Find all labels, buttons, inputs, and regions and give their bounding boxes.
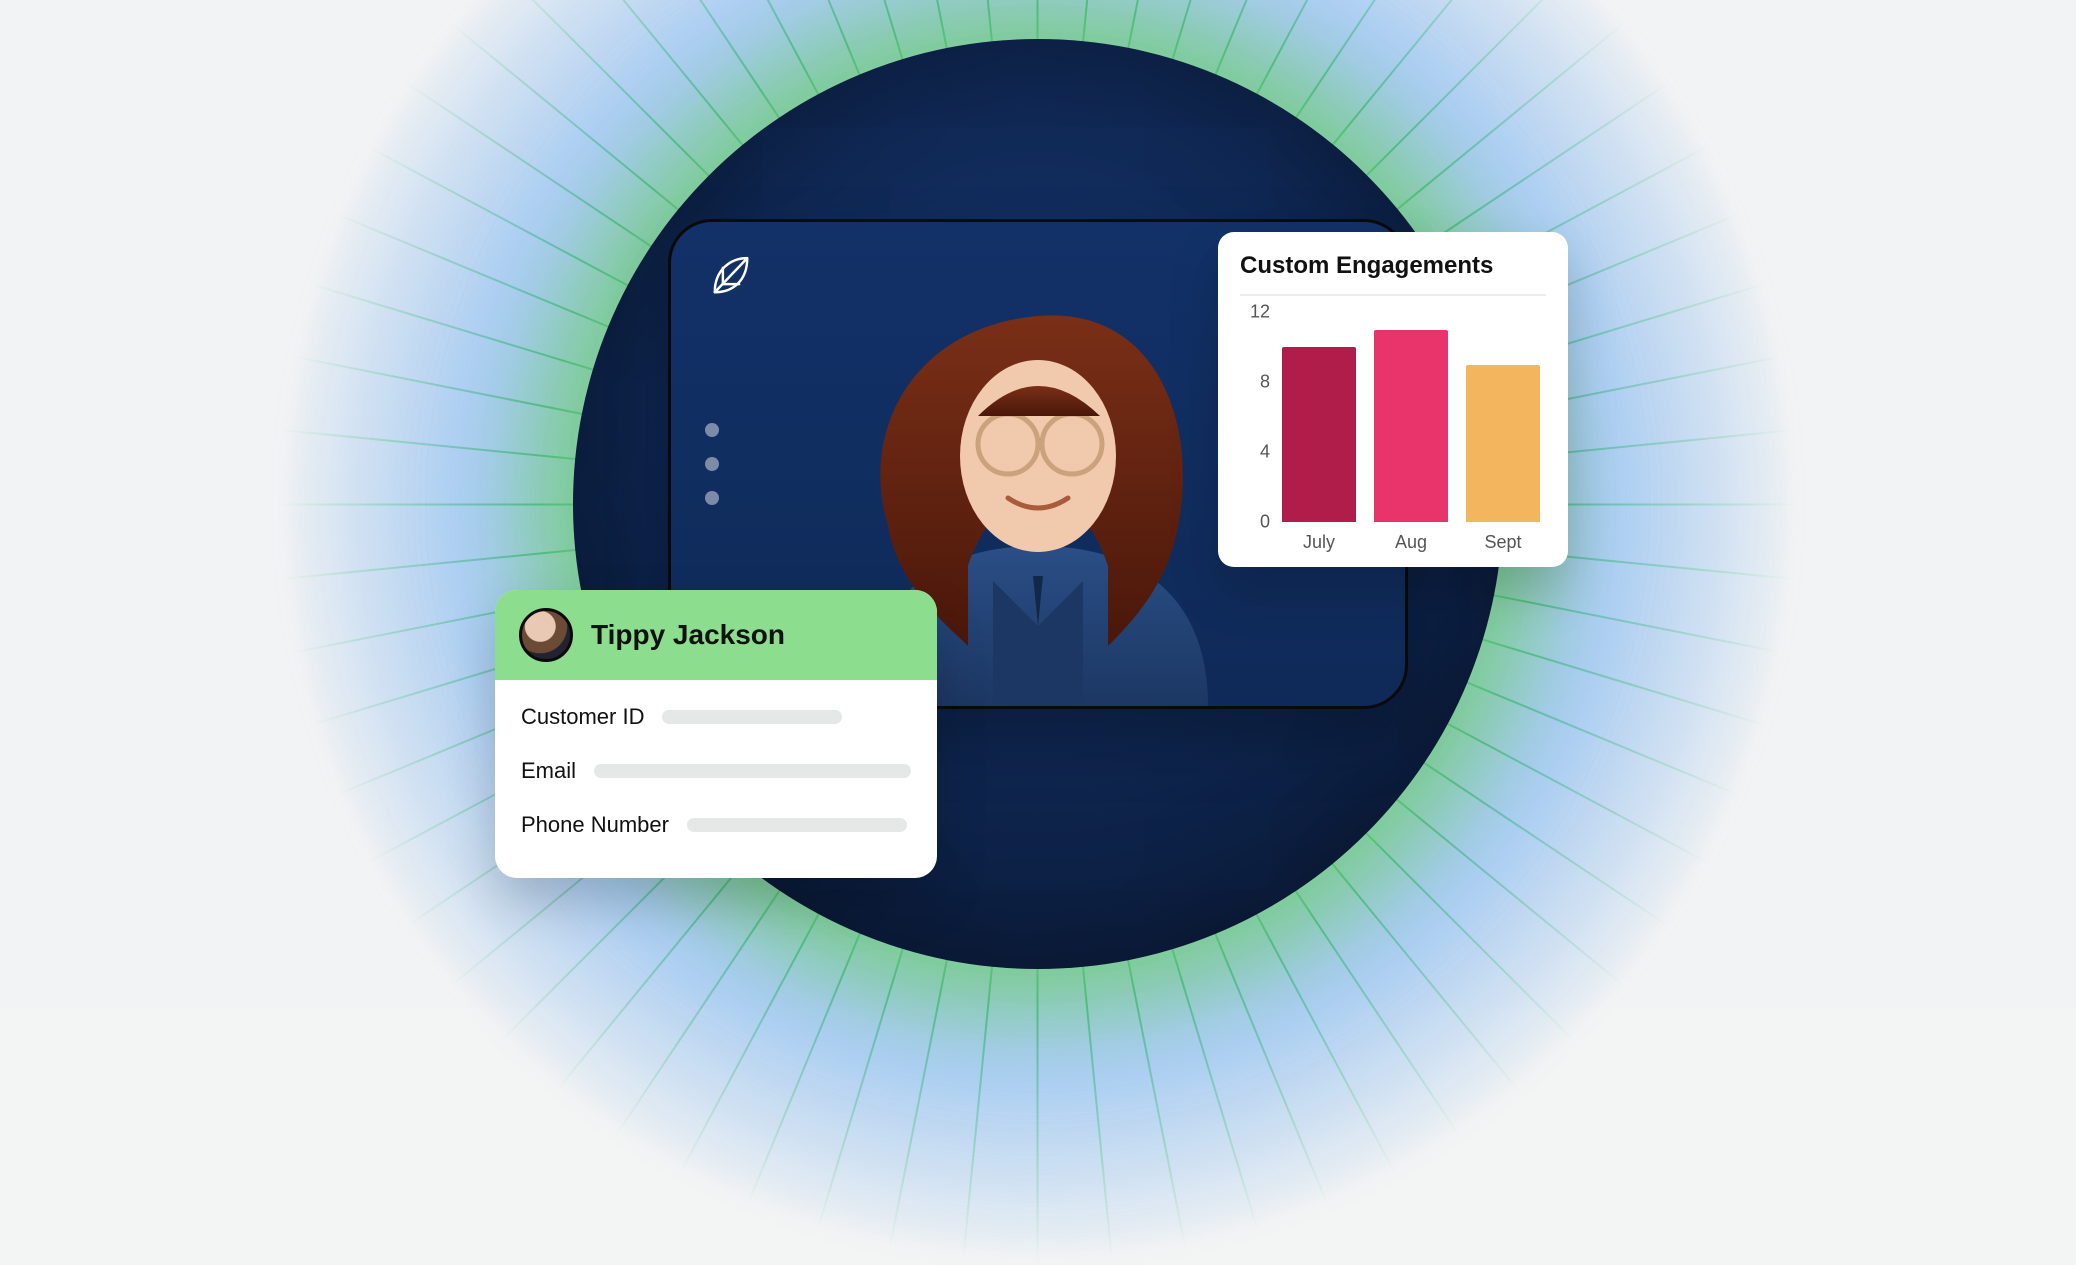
profile-field-row: Customer ID bbox=[521, 690, 911, 744]
profile-card: Tippy Jackson Customer ID Email Phone Numb… bbox=[495, 590, 937, 878]
chart-bar bbox=[1466, 365, 1540, 523]
chart-plot bbox=[1276, 312, 1546, 522]
x-tick-label: Sept bbox=[1466, 532, 1540, 553]
avatar bbox=[519, 608, 573, 662]
y-tick-label: 8 bbox=[1260, 372, 1270, 393]
profile-field-label: Phone Number bbox=[521, 812, 669, 838]
x-tick-label: July bbox=[1282, 532, 1356, 553]
chart-area: 12 8 4 0 July Aug Sept bbox=[1240, 296, 1546, 553]
marketing-illustration: Custom Engagements 12 8 4 0 July Aug Sept Tip… bbox=[0, 0, 2076, 1008]
profile-field-label: Email bbox=[521, 758, 576, 784]
y-tick-label: 0 bbox=[1260, 512, 1270, 533]
chart-bar bbox=[1282, 347, 1356, 522]
dot-icon bbox=[705, 457, 719, 471]
chart-y-axis: 12840 bbox=[1240, 312, 1270, 522]
dot-icon bbox=[705, 423, 719, 437]
chart-title: Custom Engagements bbox=[1240, 252, 1546, 296]
profile-field-label: Customer ID bbox=[521, 704, 644, 730]
profile-body: Customer ID Email Phone Number bbox=[495, 680, 937, 878]
chart-x-axis: July Aug Sept bbox=[1276, 522, 1546, 553]
leaf-icon bbox=[705, 250, 757, 302]
placeholder-bar bbox=[662, 710, 842, 724]
profile-header: Tippy Jackson bbox=[495, 590, 937, 680]
profile-name: Tippy Jackson bbox=[591, 619, 785, 651]
y-tick-label: 12 bbox=[1250, 302, 1270, 323]
placeholder-bar bbox=[594, 764, 911, 778]
chart-bar bbox=[1374, 330, 1448, 523]
profile-field-row: Email bbox=[521, 744, 911, 798]
profile-field-row: Phone Number bbox=[521, 798, 911, 852]
device-side-dots bbox=[705, 423, 719, 505]
x-tick-label: Aug bbox=[1374, 532, 1448, 553]
y-tick-label: 4 bbox=[1260, 442, 1270, 463]
engagements-chart-card: Custom Engagements 12 8 4 0 July Aug Sept bbox=[1218, 232, 1568, 567]
placeholder-bar bbox=[687, 818, 907, 832]
dot-icon bbox=[705, 491, 719, 505]
